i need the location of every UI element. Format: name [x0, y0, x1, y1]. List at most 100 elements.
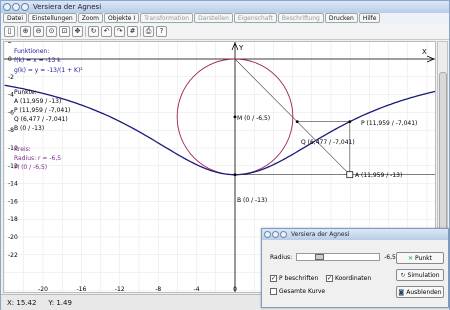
point-dot	[295, 120, 299, 124]
x-tick-label: -16	[76, 286, 86, 293]
print-icon[interactable]: ⎙	[143, 26, 154, 37]
panel-maximize-icon[interactable]	[272, 231, 279, 238]
function-g: g(k) = y = -13/(1 + K)²	[14, 67, 83, 74]
function-f: f(k) = x = -13 k	[14, 57, 61, 64]
radius-value: -6,5	[384, 253, 396, 261]
simulation-label: Simulation	[407, 271, 440, 279]
menu-7[interactable]: Beschriftung	[277, 13, 324, 23]
zoom-out-icon[interactable]: ⊖	[33, 26, 44, 37]
window-title: Versiera der Agnesi	[33, 3, 102, 11]
punkt-button[interactable]: ✕ Punkt	[396, 252, 444, 264]
y-tick-label: -16	[8, 198, 18, 205]
y-tick-label: 0	[8, 56, 12, 63]
y-tick-label: 2	[8, 42, 12, 45]
point-q-text: Q (6,477 / -7,041)	[14, 116, 68, 123]
ausblenden-button[interactable]: ◙ Ausblenden	[396, 286, 444, 298]
menu-2[interactable]: Zoom	[77, 13, 103, 23]
x-tick-label: -20	[38, 286, 48, 293]
toolbar-separator	[17, 26, 18, 37]
y-tick-label: -22	[8, 252, 18, 259]
label-p: P (11,959 / -7,041)	[361, 120, 418, 127]
chk-kurve-label: Gesamte Kurve	[279, 288, 326, 295]
zoom-fit-icon[interactable]: ⊙	[46, 26, 57, 37]
point-p-text: P (11,959 / -7,041)	[14, 107, 71, 114]
y-tick-label: -2	[8, 74, 14, 81]
menu-3[interactable]: Objekte I	[104, 13, 140, 23]
ausblenden-label: Ausblenden	[406, 288, 442, 296]
x-tick-label: -8	[155, 286, 161, 293]
checkbox-koordinaten[interactable]: ✓	[326, 275, 333, 282]
menu-1[interactable]: Einstellungen	[28, 13, 77, 23]
radius-label: Radius:	[270, 253, 293, 261]
toolbar-separator	[85, 26, 86, 37]
slider-knob[interactable]	[315, 254, 325, 260]
new-icon[interactable]: ▯	[4, 26, 15, 37]
circle-radius-text: Radius: r = -6,5	[14, 155, 62, 162]
radius-slider[interactable]	[296, 253, 381, 261]
chk-gesamte-kurve[interactable]: Gesamte Kurve	[270, 288, 325, 295]
y-tick-label: -20	[8, 234, 18, 241]
label-q: Q (6,477 / -7,041)	[301, 139, 355, 146]
refresh-icon[interactable]: ↻	[88, 26, 99, 37]
point-dot	[233, 173, 237, 177]
radius-row: Radius: -6,5	[270, 253, 396, 261]
status-x: X: 15.42	[7, 298, 37, 307]
menu-6[interactable]: Eigenschaft	[233, 13, 277, 23]
punkt-label: Punkt	[415, 254, 432, 262]
grid-icon[interactable]: #	[127, 26, 138, 37]
panel-close-icon[interactable]	[280, 231, 287, 238]
close-icon[interactable]	[21, 3, 29, 11]
point-dot	[348, 120, 352, 124]
menu-8[interactable]: Drucken	[324, 13, 358, 23]
chk-p-beschriften[interactable]: ✓ P beschriften	[270, 275, 318, 282]
x-tick-label: -4	[194, 286, 200, 293]
scroll-thumb[interactable]	[439, 72, 447, 232]
main-window: Versiera der Agnesi Datei Einstellungen Zo…	[0, 0, 450, 310]
undo-icon[interactable]: ↶	[101, 26, 112, 37]
x-tick-label: 0	[233, 286, 237, 293]
label-a: A (11,959 / -13)	[355, 172, 403, 179]
panel-minimize-icon[interactable]	[264, 231, 271, 238]
redo-icon[interactable]: ↷	[114, 26, 125, 37]
y-axis-label: Y	[239, 44, 244, 52]
label-b: B (0 / -13)	[237, 197, 268, 204]
maximize-icon[interactable]	[12, 3, 20, 11]
points-heading: Punkte:	[14, 89, 37, 96]
panel-title: Versiera der Agnesi	[291, 231, 350, 238]
chk-koordinaten[interactable]: ✓ Koordinaten	[326, 275, 371, 282]
toolbar-separator	[140, 26, 141, 37]
refresh-icon: ↻	[400, 271, 406, 279]
x-icon: ✕	[408, 254, 414, 262]
menu-9[interactable]: Hilfe	[358, 13, 381, 23]
point-b-text: B (0 / -13)	[14, 125, 45, 132]
status-y: Y: 1.49	[48, 298, 72, 307]
pan-icon[interactable]: ✥	[72, 26, 83, 37]
toolbar: ▯ ⊕ ⊖ ⊙ ⊡ ✥ ↻ ↶ ↷ # ⎙?	[1, 24, 449, 40]
panel-title-bar: Versiera der Agnesi	[262, 229, 448, 240]
help-icon[interactable]: ?	[156, 26, 167, 37]
menu-bar: Datei Einstellungen Zoom Objekte I Transform…	[1, 13, 449, 24]
minimize-icon[interactable]	[3, 3, 11, 11]
simulation-button[interactable]: ↻ Simulation	[396, 269, 444, 281]
point-a-text: A (11,959 / -13)	[14, 98, 62, 105]
checkbox-p[interactable]: ✓	[270, 275, 277, 282]
chk-p-label: P beschriften	[279, 275, 319, 282]
menu-0[interactable]: Datei	[3, 13, 28, 23]
control-panel: Versiera der Agnesi Radius: -6,5 ✓ P bes…	[261, 228, 449, 308]
menu-5[interactable]: Darstellen	[194, 13, 233, 23]
point-dot	[233, 115, 237, 119]
x-tick-label: -12	[115, 286, 125, 293]
zoom-window-icon[interactable]: ⊡	[59, 26, 70, 37]
hide-icon: ◙	[398, 288, 405, 296]
y-tick-label: -18	[8, 216, 18, 223]
zoom-in-icon[interactable]: ⊕	[20, 26, 31, 37]
checkbox-gesamte-kurve[interactable]	[270, 288, 277, 295]
menu-4[interactable]: Transformation	[140, 13, 194, 23]
x-axis-label: X	[422, 48, 427, 56]
circle-heading: Kreis:	[14, 146, 31, 153]
functions-heading: Funktionen:	[14, 48, 50, 55]
label-m: M (0 / -6,5)	[237, 115, 271, 122]
y-tick-label: -14	[8, 181, 18, 188]
chk-koord-label: Koordinaten	[335, 275, 372, 282]
title-bar: Versiera der Agnesi	[1, 1, 449, 13]
